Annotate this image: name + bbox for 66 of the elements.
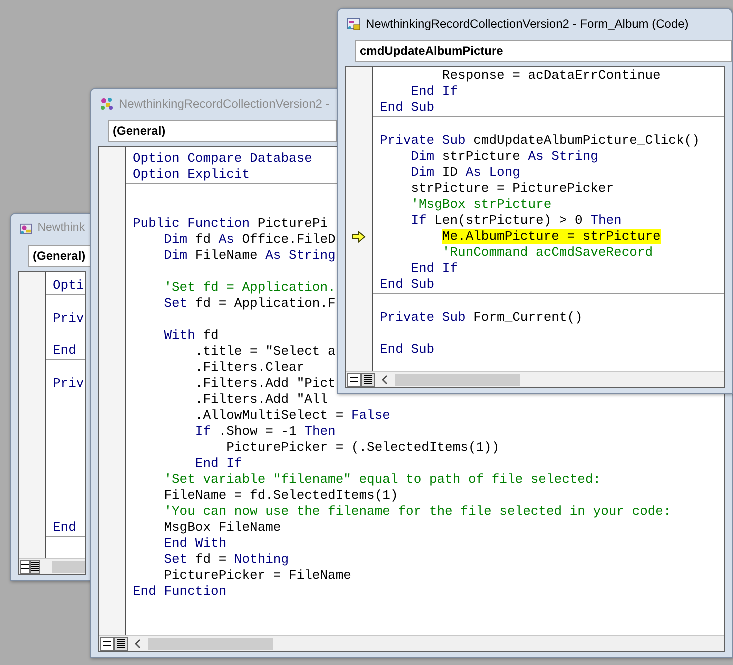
procedure-dropdown[interactable]: (General): [28, 245, 91, 267]
code-line: Dim fd As Office.FileD: [163, 232, 336, 248]
module-view-button[interactable]: [114, 636, 128, 650]
lines-icon[interactable]: [31, 562, 39, 571]
code-line: .Filters.Clear: [194, 360, 305, 376]
code-line: Opti: [52, 278, 84, 294]
window-icon: [99, 96, 115, 112]
code-line: PicturePicker = FileName: [163, 568, 352, 584]
scroll-left-icon[interactable]: [381, 374, 389, 384]
procedure-view-button[interactable]: [100, 636, 114, 650]
code-line: End Sub: [379, 100, 435, 116]
module-view-button[interactable]: [30, 560, 40, 574]
code-line: With fd: [163, 328, 219, 344]
code-line: PicturePicker = (.SelectedItems(1)): [226, 440, 500, 456]
code-line: 'Set variable "filename" equal to path of file selected:: [163, 472, 602, 488]
window-title: NewthinkingRecordCollectionVersion2 - Form_Album (Code): [366, 16, 689, 33]
code-line: End Sub: [379, 277, 435, 293]
code-line: strPicture = PicturePicker: [410, 181, 614, 197]
code-line: End If: [194, 456, 242, 472]
code-line: MsgBox FileName: [163, 520, 282, 536]
lines-icon[interactable]: [103, 640, 111, 646]
code-line: Dim FileName As String: [163, 248, 336, 264]
code-line: .title = "Select a: [194, 344, 336, 360]
code-line: End Function: [132, 584, 227, 600]
lines-icon[interactable]: [350, 376, 358, 382]
code-line: If .Show = -1 Then: [194, 424, 336, 440]
procedure-dropdown[interactable]: (General): [108, 120, 337, 142]
code-line: .AllowMultiSelect = False: [194, 408, 390, 424]
code-line: Response = acDataErrContinue: [441, 68, 661, 84]
code-line: 'You can now use the filename for the file selected in your code:: [163, 504, 672, 520]
procedure-view-button[interactable]: [20, 560, 30, 574]
code-line: Priv: [52, 311, 84, 327]
code-line: 'Set fd = Application.: [163, 280, 336, 296]
lines-icon[interactable]: [117, 639, 125, 648]
code-line: .Filters.Add "Pict: [194, 376, 336, 392]
code-line: Private Sub cmdUpdateAlbumPicture_Click(): [379, 133, 700, 149]
procedure-dropdown[interactable]: cmdUpdateAlbumPicture: [355, 40, 732, 62]
code-line: End: [52, 343, 76, 359]
code-line: Dim strPicture As String: [410, 149, 598, 165]
code-line: 'MsgBox strPicture: [410, 197, 552, 213]
code-line: Private Sub Form_Current(): [379, 310, 583, 326]
code-line: .Filters.Add "All: [194, 392, 328, 408]
code-line: Set fd = Application.F: [163, 296, 336, 312]
code-line: Option Explicit: [132, 167, 250, 183]
lines-icon[interactable]: [364, 375, 372, 384]
window-icon: [19, 221, 34, 237]
procedure-view-button[interactable]: [347, 372, 361, 386]
code-line: Option Compare Database: [132, 151, 312, 167]
code-line: End Sub: [379, 342, 435, 358]
code-line: Public Function PicturePi: [132, 216, 328, 232]
code-line: If Len(strPicture) > 0 Then: [410, 213, 622, 229]
window-title: NewthinkingRecordCollectionVersion2 -: [119, 96, 330, 113]
code-line: FileName = fd.SelectedItems(1): [163, 488, 398, 504]
scroll-left-icon[interactable]: [134, 638, 142, 648]
lines-icon[interactable]: [21, 564, 29, 570]
code-line: 'RunCommand acCmdSaveRecord: [441, 245, 654, 261]
code-line: End With: [163, 536, 227, 552]
module-view-button[interactable]: [361, 372, 375, 386]
code-line: Dim ID As Long: [410, 165, 520, 181]
code-line: End If: [410, 261, 458, 277]
window-icon: [346, 16, 362, 32]
code-line: Priv: [52, 376, 84, 392]
window-title: Newthink: [38, 221, 85, 236]
code-line: End: [52, 520, 76, 536]
code-line: Set fd = Nothing: [163, 552, 290, 568]
code-line: End If: [410, 84, 458, 100]
